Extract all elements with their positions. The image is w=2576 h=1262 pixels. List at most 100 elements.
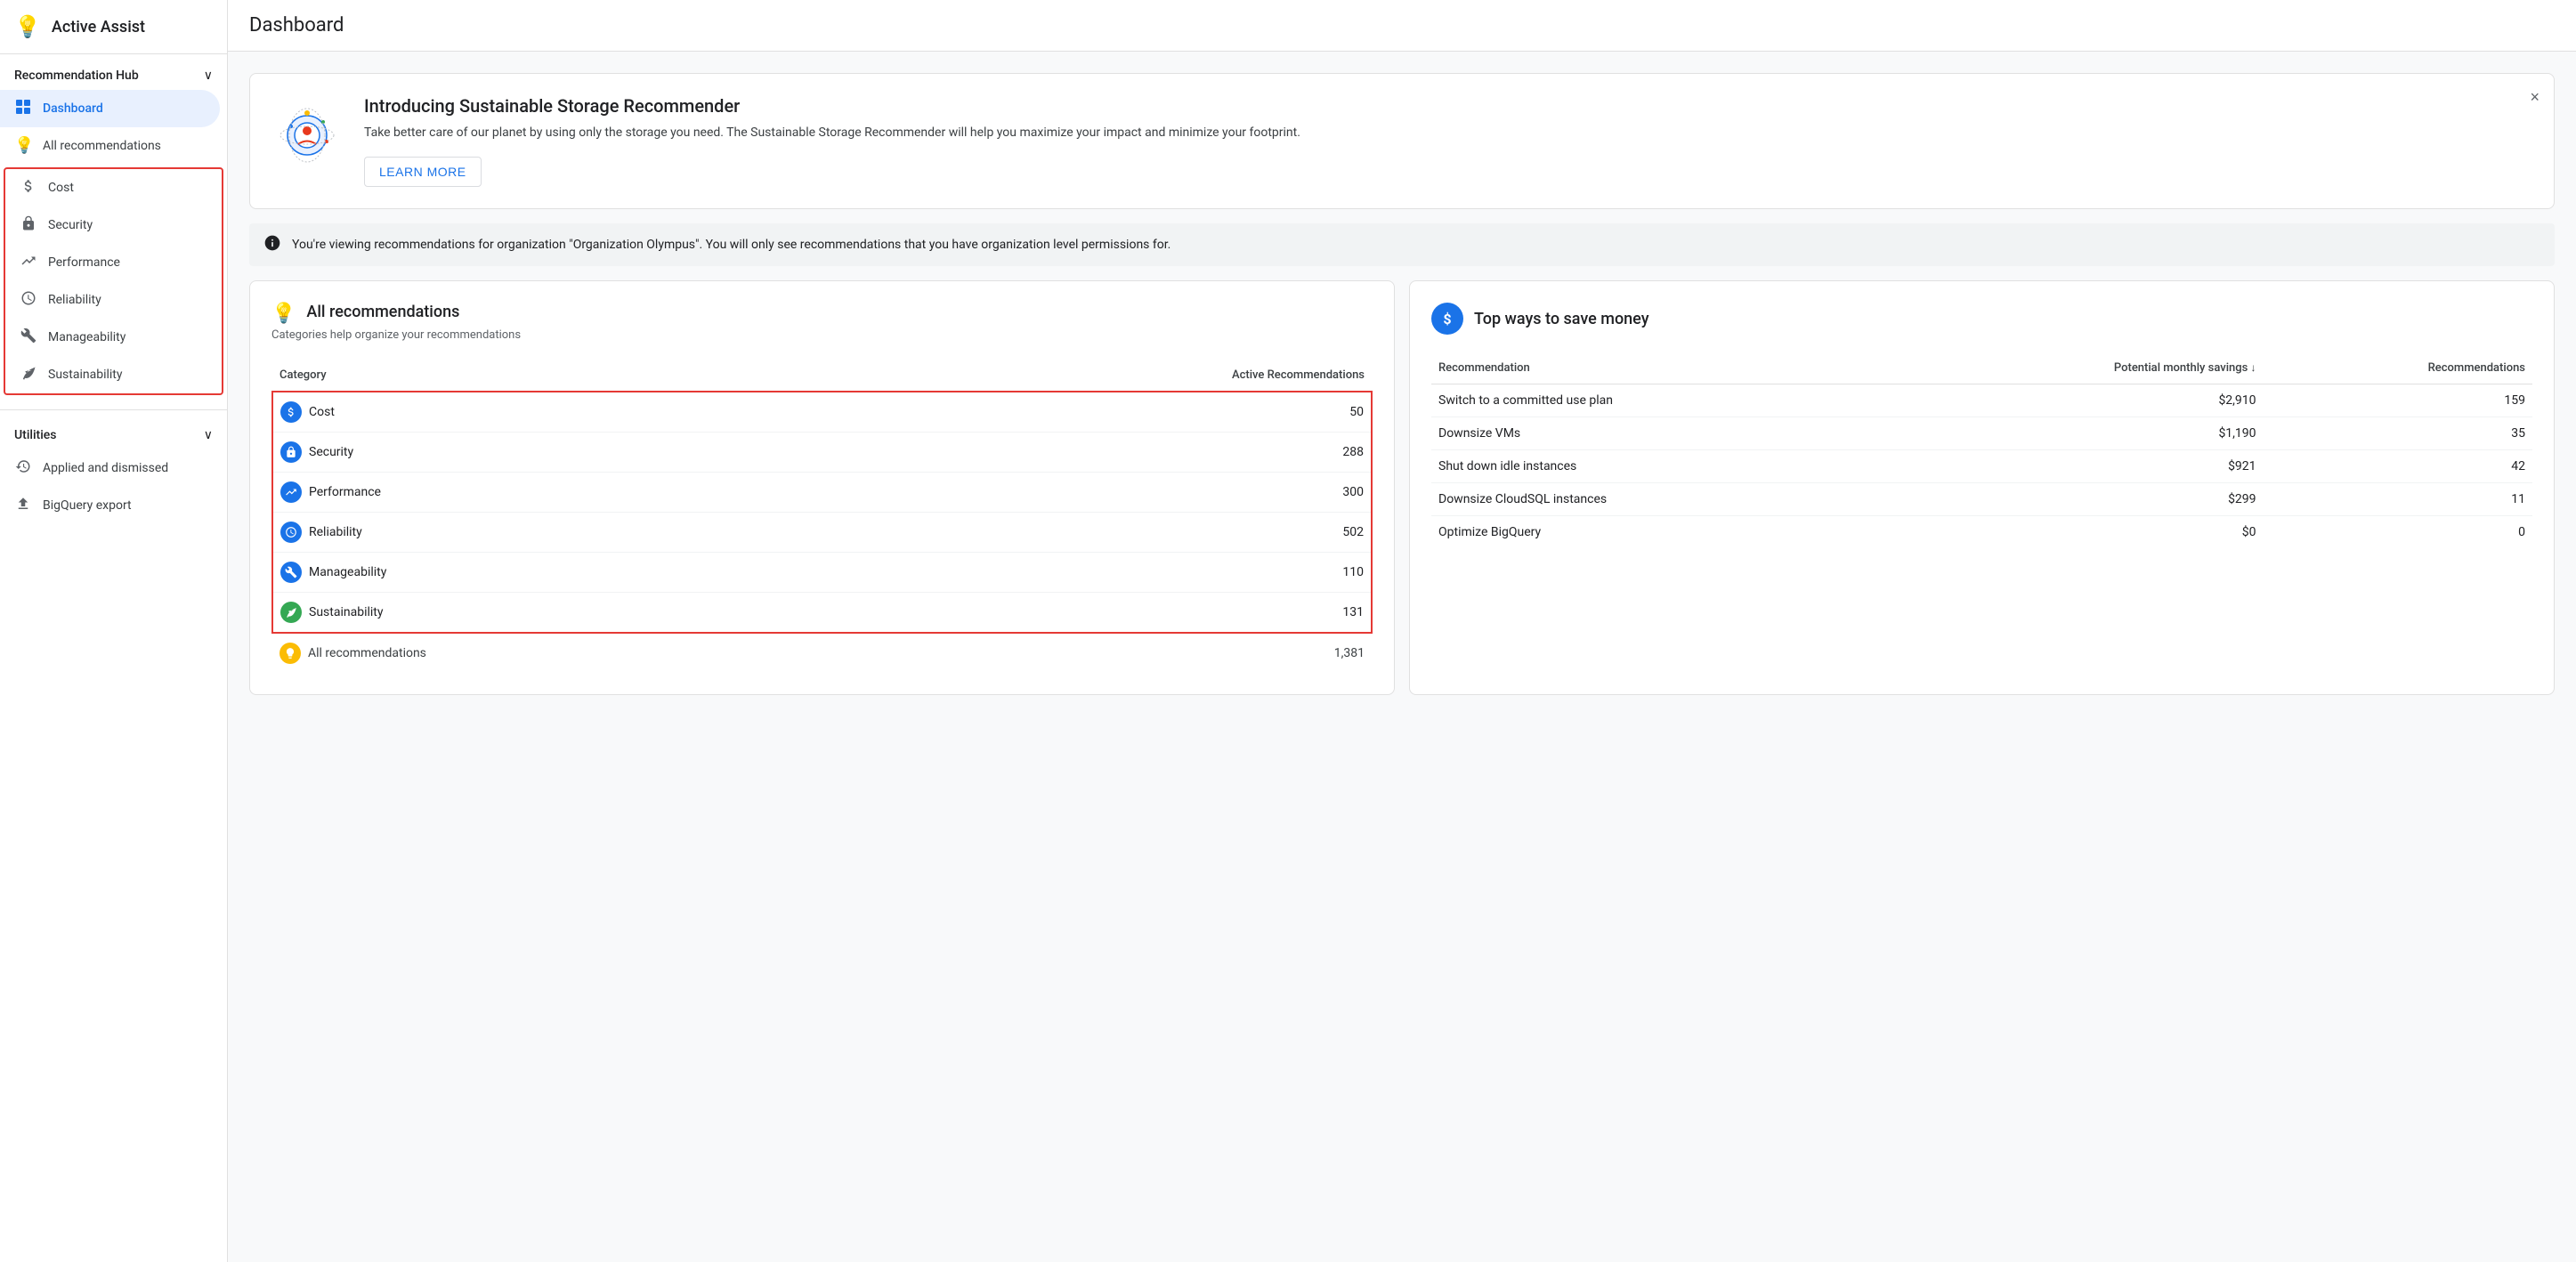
table-row[interactable]: Cost xyxy=(272,392,847,433)
all-recommendations-card: 💡 All recommendations Categories help or… xyxy=(249,280,1395,695)
sidebar-categories-box: Cost Security Performance xyxy=(4,167,223,395)
recommendation-hub-header[interactable]: Recommendation Hub ∨ xyxy=(0,61,227,90)
sidebar-item-security[interactable]: Security xyxy=(5,206,215,244)
sidebar-item-cost[interactable]: Cost xyxy=(5,169,215,206)
reliability-label: Reliability xyxy=(309,525,362,539)
dashboard-grid: 💡 All recommendations Categories help or… xyxy=(249,280,2555,695)
wrench-icon xyxy=(20,328,37,347)
utilities-section: Utilities ∨ Applied and dismissed BigQue… xyxy=(0,414,227,531)
banner-content: Introducing Sustainable Storage Recommen… xyxy=(364,95,2532,187)
utilities-chevron-icon: ∨ xyxy=(204,428,213,442)
lock-icon xyxy=(20,215,37,235)
sidebar-item-bigquery-export-label: BigQuery export xyxy=(43,498,132,513)
col-category: Category xyxy=(272,360,847,392)
recommendation-hub-section: Recommendation Hub ∨ Dashboard 💡 All rec… xyxy=(0,54,227,406)
all-category-icon xyxy=(279,643,301,664)
table-row[interactable]: Reliability xyxy=(272,513,847,553)
all-count: 1,381 xyxy=(847,633,1372,673)
money-row-savings: $1,190 xyxy=(1886,417,2263,450)
money-row-label[interactable]: Switch to a committed use plan xyxy=(1431,384,1886,417)
sidebar-item-sustainability[interactable]: Sustainability xyxy=(5,356,215,393)
leaf-icon xyxy=(20,365,37,384)
sidebar-item-all-recs-label: All recommendations xyxy=(43,139,161,153)
money-row-label[interactable]: Optimize BigQuery xyxy=(1431,516,1886,549)
table-row[interactable]: Manageability xyxy=(272,553,847,593)
money-table: Recommendation Potential monthly savings… xyxy=(1431,352,2532,548)
sustainability-label: Sustainability xyxy=(309,605,383,619)
cost-category-icon xyxy=(280,401,302,423)
clock-icon xyxy=(20,290,37,310)
col-savings: Potential monthly savings ↓ xyxy=(1886,352,2263,384)
money-icon: $ xyxy=(1431,303,1463,335)
main-body: Introducing Sustainable Storage Recommen… xyxy=(228,52,2576,716)
money-row-count: 0 xyxy=(2264,516,2532,549)
banner-illustration xyxy=(271,95,343,170)
sidebar-item-sustainability-label: Sustainability xyxy=(48,368,122,382)
money-row-count: 11 xyxy=(2264,483,2532,516)
all-label: All recommendations xyxy=(308,646,426,660)
manageability-label: Manageability xyxy=(309,565,386,579)
money-card-title: Top ways to save money xyxy=(1474,310,1649,328)
sidebar: 💡 Active Assist Recommendation Hub ∨ Das… xyxy=(0,0,228,1262)
money-row-savings: $0 xyxy=(1886,516,2263,549)
info-bar-text: You're viewing recommendations for organ… xyxy=(292,238,1171,252)
cost-label: Cost xyxy=(309,405,335,419)
performance-category-icon xyxy=(280,481,302,503)
col-recommendation: Recommendation xyxy=(1431,352,1886,384)
sidebar-item-bigquery-export[interactable]: BigQuery export xyxy=(0,487,220,524)
top-ways-card: $ Top ways to save money Recommendation … xyxy=(1409,280,2555,695)
sidebar-item-dashboard-label: Dashboard xyxy=(43,101,103,116)
security-label: Security xyxy=(309,445,353,459)
learn-more-button[interactable]: LEARN MORE xyxy=(364,157,482,187)
cost-count: 50 xyxy=(847,392,1372,433)
lightbulb-icon: 💡 xyxy=(14,136,32,155)
sidebar-item-cost-label: Cost xyxy=(48,181,74,195)
history-icon xyxy=(14,458,32,478)
app-title: Active Assist xyxy=(52,18,145,36)
money-row-label[interactable]: Downsize CloudSQL instances xyxy=(1431,483,1886,516)
sidebar-item-performance-label: Performance xyxy=(48,255,120,270)
banner-desc: Take better care of our planet by using … xyxy=(364,124,2532,142)
all-rec-subtitle: Categories help organize your recommenda… xyxy=(271,328,1373,342)
sidebar-item-reliability[interactable]: Reliability xyxy=(5,281,215,319)
col-count: Recommendations xyxy=(2264,352,2532,384)
money-row-savings: $2,910 xyxy=(1886,384,2263,417)
trending-up-icon xyxy=(20,253,37,272)
reliability-category-icon xyxy=(280,522,302,543)
sidebar-item-applied-dismissed[interactable]: Applied and dismissed xyxy=(0,449,220,487)
money-row-count: 35 xyxy=(2264,417,2532,450)
sidebar-item-all-recommendations[interactable]: 💡 All recommendations xyxy=(0,127,220,164)
money-row-savings: $921 xyxy=(1886,450,2263,483)
info-icon xyxy=(263,234,281,255)
all-rec-icon: 💡 xyxy=(271,303,296,325)
table-row[interactable]: Security xyxy=(272,433,847,473)
sidebar-item-dashboard[interactable]: Dashboard xyxy=(0,90,220,127)
sidebar-item-security-label: Security xyxy=(48,218,93,232)
main-content: Dashboard xyxy=(228,0,2576,1262)
recommendation-hub-label: Recommendation Hub xyxy=(14,69,139,83)
info-bar: You're viewing recommendations for organ… xyxy=(249,223,2555,266)
main-header: Dashboard xyxy=(228,0,2576,52)
sidebar-item-performance[interactable]: Performance xyxy=(5,244,215,281)
sidebar-item-manageability[interactable]: Manageability xyxy=(5,319,215,356)
chevron-icon: ∨ xyxy=(204,69,213,83)
page-title: Dashboard xyxy=(249,14,2555,36)
sustainability-category-icon xyxy=(280,602,302,623)
sidebar-item-reliability-label: Reliability xyxy=(48,293,101,307)
performance-count: 300 xyxy=(847,473,1372,513)
sidebar-item-manageability-label: Manageability xyxy=(48,330,126,344)
money-row-count: 159 xyxy=(2264,384,2532,417)
table-row[interactable]: Performance xyxy=(272,473,847,513)
recommendations-table: Category Active Recommendations Cost 50 xyxy=(271,360,1373,673)
money-row-label[interactable]: Downsize VMs xyxy=(1431,417,1886,450)
manageability-category-icon xyxy=(280,562,302,583)
utilities-label: Utilities xyxy=(14,428,56,442)
grid-icon xyxy=(14,99,32,118)
money-card-header: $ Top ways to save money xyxy=(1431,303,2532,335)
col-active-recs: Active Recommendations xyxy=(847,360,1372,392)
utilities-header[interactable]: Utilities ∨ xyxy=(0,421,227,449)
table-row[interactable]: Sustainability xyxy=(272,593,847,634)
money-row-label[interactable]: Shut down idle instances xyxy=(1431,450,1886,483)
close-button[interactable]: × xyxy=(2530,88,2540,107)
upload-icon xyxy=(14,496,32,515)
